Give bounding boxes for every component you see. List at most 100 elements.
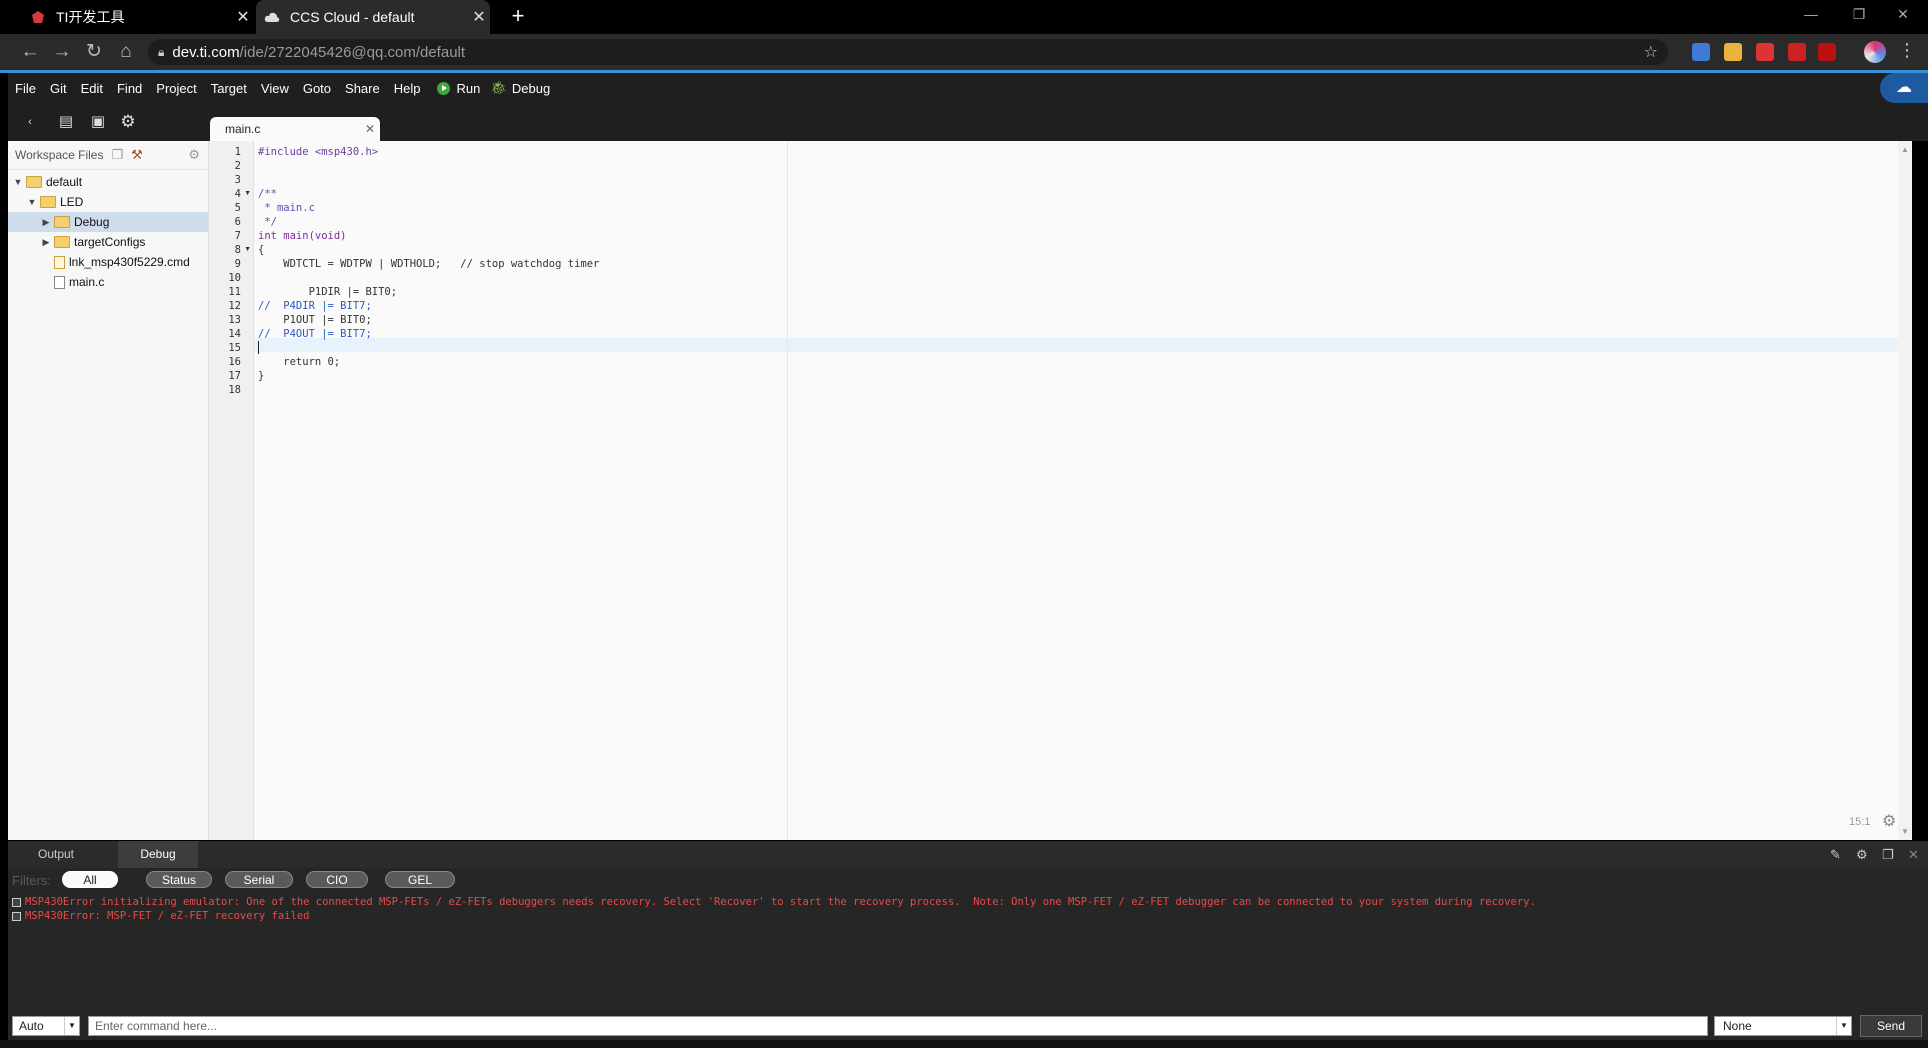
collapse-arrow-icon[interactable]: ▶ (40, 217, 52, 228)
sidebar-settings-icon[interactable]: ⚙ (188, 147, 200, 163)
expand-arrow-icon[interactable]: ▼ (12, 177, 24, 187)
bookmark-star-icon[interactable]: ☆ (1644, 42, 1658, 62)
back-icon[interactable]: ← (18, 40, 42, 64)
bug-icon: 🐞︎ (490, 80, 507, 95)
scroll-up-icon[interactable]: ▲ (1901, 145, 1909, 154)
line-number: 14 (228, 328, 241, 340)
settings-gear-icon[interactable]: ⚙ (118, 112, 138, 132)
browser-tab-strip: TI开发工具 ✕ CCS Cloud - default ✕ + — ❐ ✕ (0, 0, 1928, 34)
tab-output[interactable]: Output (16, 841, 96, 868)
command-input[interactable] (88, 1016, 1708, 1036)
close-icon[interactable]: ✕ (360, 122, 380, 136)
editor-scrollbar[interactable]: ▲ ▼ (1898, 141, 1912, 840)
console-message: MSP430Error: MSP-FET / eZ-FET recovery f… (12, 910, 309, 922)
close-icon[interactable]: ✕ (232, 7, 254, 27)
close-panel-icon[interactable]: ✕ (1908, 847, 1919, 863)
send-button[interactable]: Send (1860, 1015, 1922, 1037)
close-icon[interactable]: ✕ (468, 7, 490, 27)
tree-item-targetconfigs[interactable]: ▶ targetConfigs (8, 232, 208, 252)
filter-all[interactable]: All (62, 871, 118, 888)
hammer-icon[interactable]: ⚒ (131, 147, 143, 163)
minimize-icon[interactable]: — (1788, 0, 1834, 28)
text-cursor (258, 341, 260, 354)
collapse-arrow-icon[interactable]: ▶ (40, 237, 52, 248)
new-tab-button[interactable]: + (506, 4, 530, 28)
browser-tab-ti-tools[interactable]: TI开发工具 ✕ (22, 0, 254, 34)
code-line: // P4OUT |= BIT7; (258, 328, 372, 340)
window-close-icon[interactable]: ✕ (1880, 0, 1926, 28)
translate-extension-icon[interactable] (1692, 43, 1710, 61)
menu-file[interactable]: File (15, 81, 36, 96)
code-line: */ (258, 216, 277, 228)
ide-menu-bar: File Git Edit Find Project Target View G… (8, 73, 1928, 103)
panel-settings-icon[interactable]: ⚙ (1856, 847, 1868, 863)
tree-item-label: targetConfigs (74, 235, 146, 249)
menu-project[interactable]: Project (156, 81, 196, 96)
menu-edit[interactable]: Edit (81, 81, 103, 96)
copy-icon[interactable]: ❐ (111, 147, 123, 163)
code-line: #include <msp430.h> (258, 146, 379, 158)
line-number: 2 (234, 160, 241, 172)
file-tree: ▼ default ▼ LED ▶ Debug ▶ targetConfigs … (8, 172, 208, 292)
pin-icon[interactable]: ✎ (1830, 847, 1841, 863)
editor-settings-icon[interactable]: ⚙ (1882, 811, 1896, 831)
menu-view[interactable]: View (261, 81, 289, 96)
folder-icon (40, 196, 56, 208)
filter-status[interactable]: Status (146, 871, 212, 888)
run-button[interactable]: Run (437, 81, 480, 96)
forward-icon[interactable]: → (50, 40, 74, 64)
debug-button[interactable]: 🐞︎ Debug (490, 80, 550, 96)
collapse-sidebar-icon[interactable]: ‹ (20, 112, 40, 132)
filter-cio[interactable]: CIO (306, 871, 368, 888)
note-extension-icon[interactable] (1724, 43, 1742, 61)
url-path: /ide/2722045426@qq.com/default (239, 43, 466, 61)
c-file-icon (54, 275, 65, 289)
reload-icon[interactable]: ↻ (82, 40, 106, 64)
fold-arrow-icon[interactable]: ▼ (244, 187, 251, 201)
home-icon[interactable]: ⌂ (114, 40, 138, 64)
cloud-sync-icon[interactable]: ☁ (1880, 73, 1928, 103)
tree-item-debug[interactable]: ▶ Debug (8, 212, 208, 232)
menu-git[interactable]: Git (50, 81, 67, 96)
tab-debug[interactable]: Debug (118, 841, 198, 868)
restore-icon[interactable]: ❐ (1836, 0, 1882, 28)
new-file-icon[interactable]: ▤ (56, 112, 76, 132)
line-number: 5 (234, 202, 241, 214)
ti-extension-icon[interactable] (1788, 43, 1806, 61)
editor-tab-main-c[interactable]: main.c ✕ (210, 117, 380, 141)
pdf-extension-icon[interactable] (1818, 43, 1836, 61)
sidebar-header: Workspace Files ❐ ⚒ ⚙ (8, 141, 208, 170)
tree-item-default[interactable]: ▼ default (8, 172, 208, 192)
tree-item-led[interactable]: ▼ LED (8, 192, 208, 212)
menu-target[interactable]: Target (211, 81, 247, 96)
tree-item-linker-cmd[interactable]: lnk_msp430f5229.cmd (8, 252, 208, 272)
save-icon[interactable]: ▣ (88, 112, 108, 132)
url-field[interactable]: 🔒︎ dev.ti.com /ide/2722045426@qq.com/def… (148, 39, 1668, 65)
line-number: 8 (234, 244, 241, 256)
menu-goto[interactable]: Goto (303, 81, 331, 96)
code-editor[interactable]: 1 2 3 4 ▼ 5 6 7 8 ▼ 9 10 11 12 13 14 15 … (209, 141, 1912, 840)
filter-gel[interactable]: GEL (385, 871, 455, 888)
target-select[interactable]: None ▼ (1714, 1016, 1852, 1036)
line-number: 12 (228, 300, 241, 312)
chip-icon (12, 911, 21, 921)
code-line: int main(void) (258, 230, 347, 242)
browser-tab-ccs-cloud[interactable]: CCS Cloud - default ✕ (256, 0, 490, 34)
tree-item-label: LED (60, 195, 84, 209)
menu-share[interactable]: Share (345, 81, 380, 96)
profile-avatar[interactable] (1864, 41, 1886, 63)
fold-arrow-icon[interactable]: ▼ (244, 243, 251, 257)
menu-help[interactable]: Help (394, 81, 421, 96)
scroll-down-icon[interactable]: ▼ (1901, 827, 1909, 836)
tree-item-main-c[interactable]: main.c (8, 272, 208, 292)
console-filters: Filters: All Status Serial CIO GEL (8, 868, 1928, 892)
expand-arrow-icon[interactable]: ▼ (26, 197, 38, 207)
mode-select[interactable]: Auto ▼ (12, 1016, 80, 1036)
filter-serial[interactable]: Serial (225, 871, 293, 888)
maximize-panel-icon[interactable]: ❐ (1882, 847, 1894, 863)
code-line: return 0; (258, 356, 341, 368)
menu-find[interactable]: Find (117, 81, 142, 96)
pocket-extension-icon[interactable] (1756, 43, 1774, 61)
browser-menu-icon[interactable]: ⋮ (1898, 40, 1916, 61)
ti-logo-icon (30, 9, 46, 25)
